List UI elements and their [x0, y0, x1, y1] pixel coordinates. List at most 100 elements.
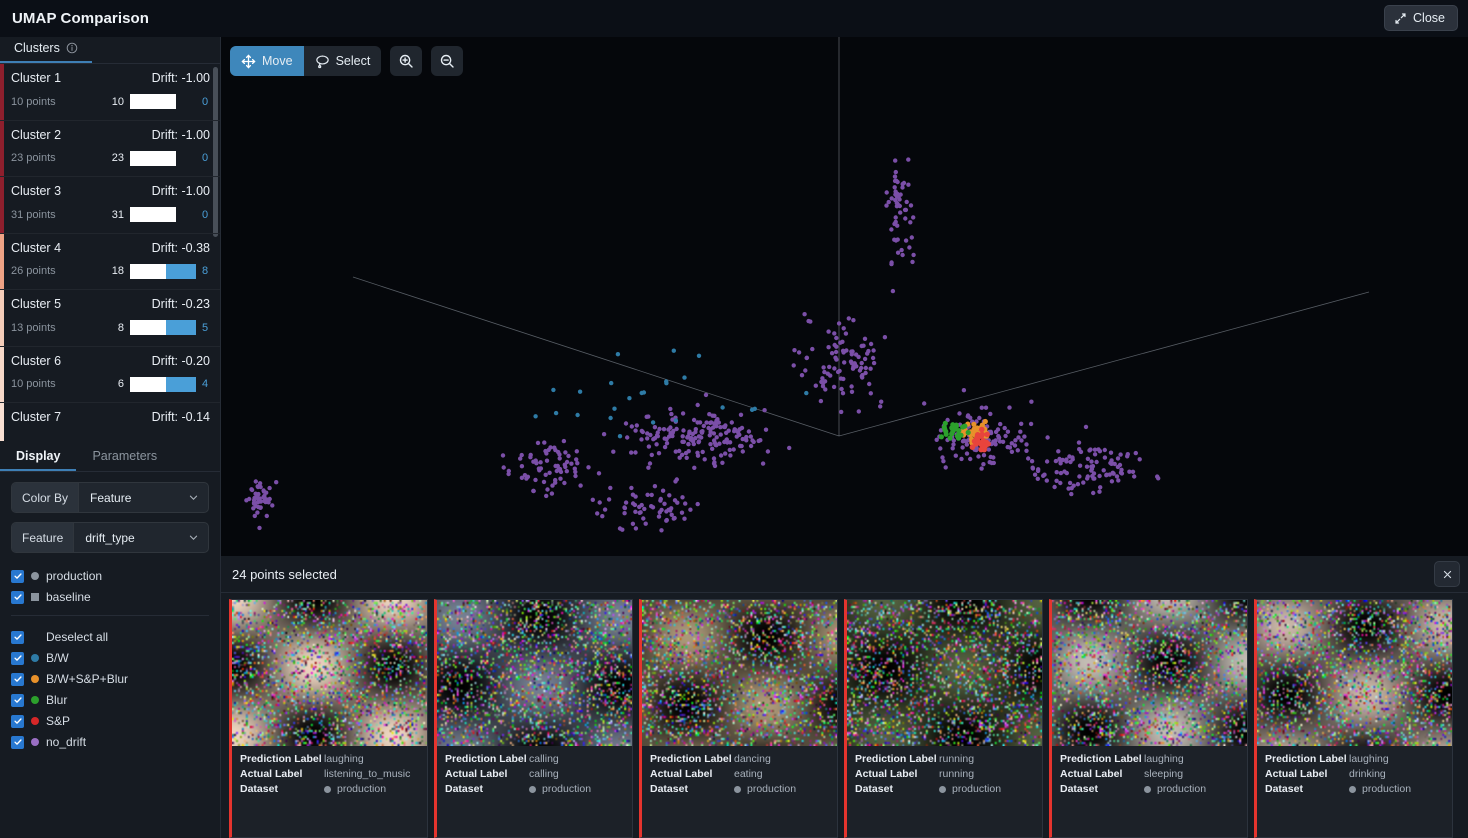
scatter-point[interactable]	[646, 414, 651, 419]
scatter-point[interactable]	[639, 428, 644, 434]
scatter-point[interactable]	[1056, 449, 1061, 454]
scatter-point[interactable]	[573, 473, 578, 479]
legend-checkbox[interactable]	[11, 630, 24, 644]
scatter-point[interactable]	[796, 350, 802, 355]
scatter-point[interactable]	[695, 501, 700, 507]
scatter-point[interactable]	[718, 425, 723, 430]
scatter-point[interactable]	[664, 518, 669, 523]
scatter-point[interactable]	[734, 434, 739, 439]
scatter-point[interactable]	[564, 469, 569, 474]
scatter-point[interactable]	[803, 368, 808, 373]
scatter-point[interactable]	[667, 493, 672, 498]
scatter-point[interactable]	[611, 449, 616, 454]
scatter-point[interactable]	[668, 406, 673, 412]
scatter-point[interactable]	[708, 420, 713, 426]
selected-point-card[interactable]: Prediction Label laughing Actual Label drin…	[1254, 599, 1453, 838]
scatter-point[interactable]	[1089, 459, 1094, 464]
scatter-point[interactable]	[822, 379, 828, 384]
scatter-point[interactable]	[839, 409, 844, 415]
scatter-point[interactable]	[684, 455, 689, 460]
scatter-point[interactable]	[552, 445, 557, 450]
scatter-point[interactable]	[909, 235, 914, 240]
scatter-point[interactable]	[903, 216, 908, 221]
scatter-point[interactable]	[1032, 472, 1038, 477]
scatter-point[interactable]	[586, 465, 591, 470]
scatter-point[interactable]	[701, 423, 706, 429]
scatter-point[interactable]	[983, 405, 989, 410]
scatter-point[interactable]	[868, 366, 873, 371]
tab-clusters[interactable]: Clusters	[0, 41, 92, 63]
scatter-point[interactable]	[1087, 448, 1092, 453]
dataset-legend-item[interactable]: production	[11, 566, 209, 586]
scatter-point[interactable]	[629, 450, 634, 455]
scatter-point[interactable]	[1081, 480, 1086, 485]
scatter-point[interactable]	[910, 259, 915, 265]
scatter-point[interactable]	[1070, 457, 1075, 462]
scatter-point[interactable]	[661, 427, 667, 432]
scatter-point[interactable]	[802, 312, 807, 317]
scatter-point[interactable]	[566, 453, 571, 459]
scatter-point[interactable]	[981, 453, 987, 458]
scatter-point[interactable]	[1115, 456, 1121, 461]
card-thumbnail[interactable]	[232, 600, 427, 746]
scatter-point[interactable]	[989, 460, 994, 466]
scatter-point[interactable]	[1130, 469, 1136, 474]
scatter-point[interactable]	[664, 441, 670, 446]
scatter-point[interactable]	[531, 488, 536, 494]
move-tool-button[interactable]: Move	[230, 46, 304, 76]
scatter-point[interactable]	[1028, 421, 1034, 427]
scatter-point[interactable]	[860, 372, 865, 378]
scatter-point[interactable]	[911, 215, 916, 220]
scatter-point[interactable]	[274, 480, 279, 485]
scatter-point[interactable]	[256, 491, 261, 497]
scatter-point[interactable]	[680, 495, 685, 500]
zoom-in-button[interactable]	[390, 46, 423, 76]
scatter-point[interactable]	[541, 479, 547, 485]
scatter-point[interactable]	[748, 434, 753, 439]
scatter-point[interactable]	[654, 442, 659, 447]
scatter-point[interactable]	[646, 444, 652, 449]
scatter-point[interactable]	[264, 513, 269, 519]
scatter-point[interactable]	[957, 411, 962, 416]
scatter-point[interactable]	[832, 331, 837, 336]
scatter-point[interactable]	[1077, 474, 1082, 479]
scatter-point[interactable]	[673, 418, 679, 423]
scatter-point[interactable]	[545, 487, 550, 492]
scatter-point[interactable]	[1094, 459, 1099, 465]
scatter-point[interactable]	[617, 526, 623, 531]
scatter-point[interactable]	[642, 506, 647, 512]
scatter-point[interactable]	[900, 252, 905, 258]
scatter-point[interactable]	[1102, 455, 1108, 460]
scatter-point[interactable]	[1097, 473, 1102, 479]
scatter-point[interactable]	[711, 431, 717, 436]
scatter-point[interactable]	[707, 433, 712, 438]
scatter-point[interactable]	[1024, 448, 1029, 453]
legend-checkbox[interactable]	[11, 735, 24, 749]
scatter-point[interactable]	[1101, 468, 1106, 473]
scatter-point[interactable]	[941, 459, 946, 464]
umap-scatter-plot[interactable]: Move Select	[221, 37, 1468, 556]
scatter-point[interactable]	[955, 435, 962, 441]
scatter-point[interactable]	[895, 250, 901, 255]
selected-point-card[interactable]: Prediction Label laughing Actual Label slee…	[1049, 599, 1248, 838]
legend-checkbox[interactable]	[11, 651, 24, 665]
scatter-point[interactable]	[711, 438, 717, 443]
scatter-point[interactable]	[575, 461, 580, 466]
scatter-point[interactable]	[829, 351, 835, 356]
scatter-point[interactable]	[718, 453, 724, 458]
legend-checkbox[interactable]	[11, 590, 24, 604]
scatter-point[interactable]	[724, 430, 729, 435]
scatter-point[interactable]	[658, 496, 663, 502]
scatter-point[interactable]	[533, 458, 538, 463]
scatter-point[interactable]	[1132, 474, 1137, 479]
selected-point-card[interactable]: Prediction Label running Actual Label runni…	[844, 599, 1043, 838]
scatter-point[interactable]	[664, 436, 669, 442]
scatter-point[interactable]	[1035, 476, 1040, 481]
legend-checkbox[interactable]	[11, 693, 24, 707]
scatter-point[interactable]	[1097, 489, 1102, 494]
scatter-point[interactable]	[841, 376, 846, 382]
scatter-point[interactable]	[590, 497, 595, 502]
scatter-point[interactable]	[1009, 449, 1015, 454]
scatter-point[interactable]	[849, 349, 854, 354]
scatter-point[interactable]	[680, 439, 685, 444]
